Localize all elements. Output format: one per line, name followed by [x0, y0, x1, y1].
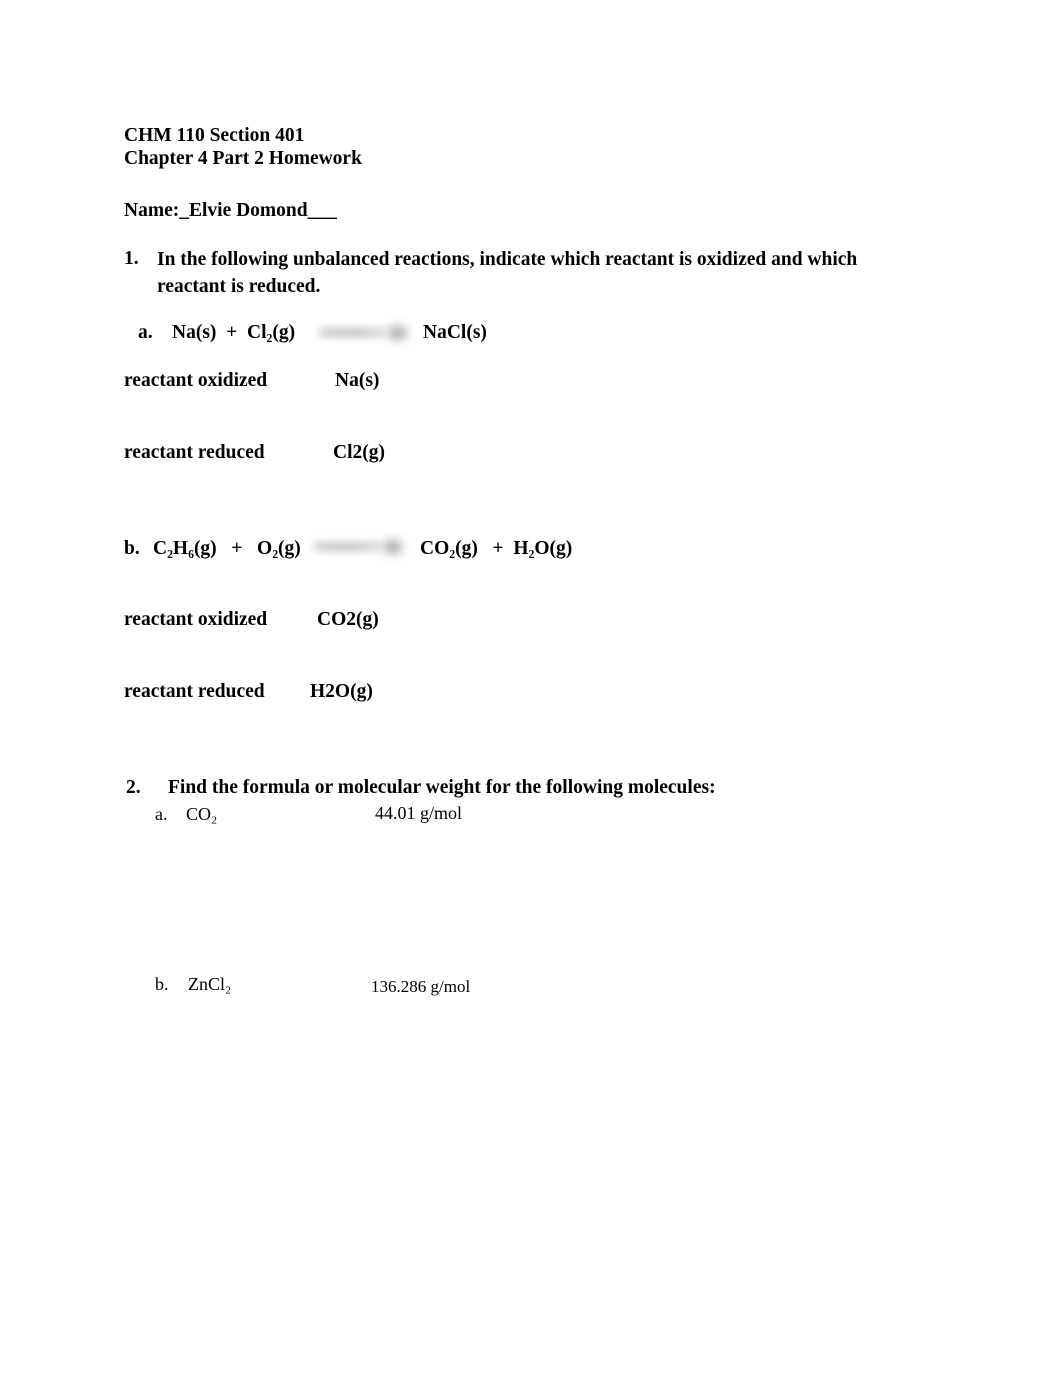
- question-1-part-a-reactants: Na(s) + Cl₂(g): [172, 322, 296, 343]
- question-1-number: 1.: [124, 248, 139, 269]
- question-1-part-b-reduced-label: reactant reduced: [124, 681, 265, 702]
- redaction-bar: [310, 541, 388, 552]
- question-2-number: 2.: [126, 777, 141, 798]
- question-2-part-b-formula: ZnCl₂: [188, 974, 232, 994]
- question-1-part-b-products: CO₂(g) + H₂O(g): [420, 538, 573, 559]
- question-1-prompt: In the following unbalanced reactions, i…: [157, 249, 858, 297]
- course-title: CHM 110 Section 401: [124, 125, 305, 146]
- question-2-part-a-label: a.: [155, 804, 168, 824]
- reaction-arrow-redaction-icon: [310, 534, 410, 562]
- question-2-part-a-formula: CO₂: [186, 804, 218, 824]
- question-1-part-a-label: a.: [138, 322, 153, 343]
- redaction-arrowhead: [382, 536, 406, 558]
- redaction-arrowhead: [387, 322, 411, 344]
- question-2-part-b-answer: 136.286 g/mol: [371, 977, 471, 996]
- question-2-part-b-label: b.: [155, 974, 169, 994]
- document-page: CHM 110 Section 401 Chapter 4 Part 2 Hom…: [0, 0, 1062, 1377]
- question-1-part-b-reactants: C₂H₆(g) + O₂(g): [153, 538, 301, 559]
- question-2-prompt: Find the formula or molecular weight for…: [168, 777, 716, 798]
- question-2-part-a-answer: 44.01 g/mol: [375, 803, 463, 823]
- assignment-title: Chapter 4 Part 2 Homework: [124, 148, 362, 169]
- question-1-part-a-products: NaCl(s): [423, 322, 487, 343]
- question-1-part-a-oxidized-answer: Na(s): [335, 370, 380, 391]
- question-1-part-b-label: b.: [124, 538, 140, 559]
- question-1-part-a-oxidized-label: reactant oxidized: [124, 370, 268, 391]
- question-1-part-b-oxidized-label: reactant oxidized: [124, 609, 268, 630]
- question-1-part-b-oxidized-answer: CO2(g): [317, 609, 379, 630]
- student-name-line: Name:_Elvie Domond___: [124, 200, 337, 221]
- redaction-bar: [315, 327, 393, 338]
- question-1-part-b-reduced-answer: H2O(g): [310, 681, 373, 702]
- reaction-arrow-redaction-icon: [315, 320, 415, 348]
- question-1-part-a-reduced-label: reactant reduced: [124, 442, 265, 463]
- question-1-part-a-reduced-answer: Cl2(g): [333, 442, 385, 463]
